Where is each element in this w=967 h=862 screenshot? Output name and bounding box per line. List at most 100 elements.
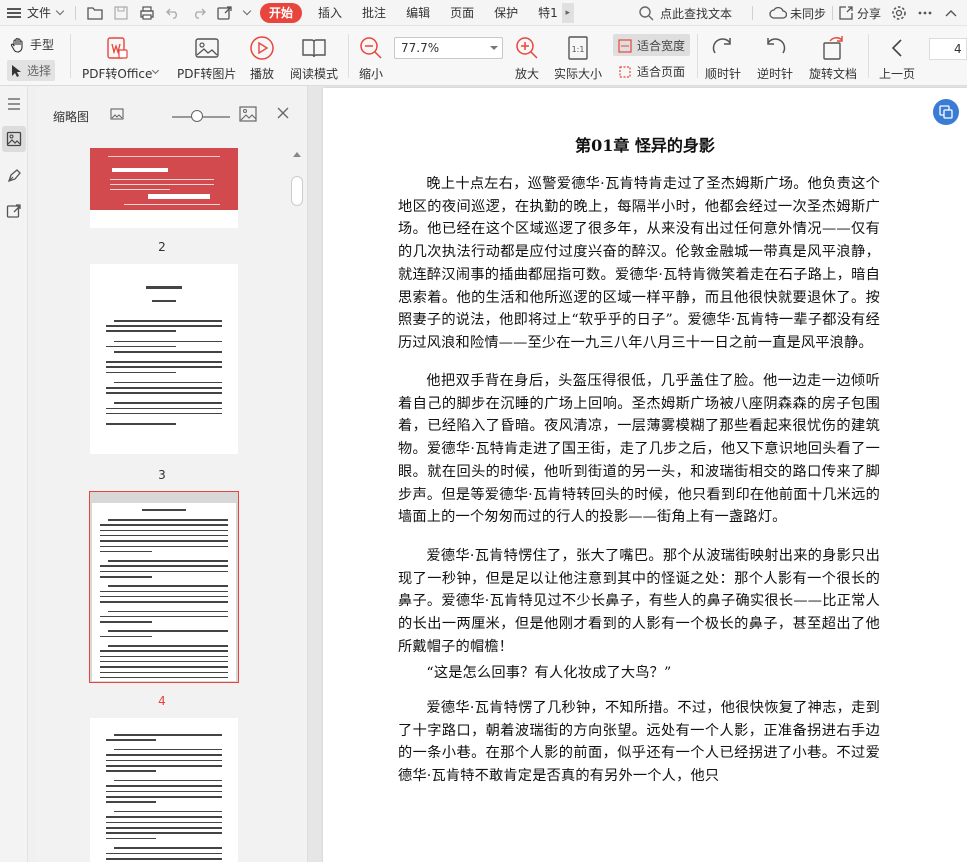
thumbnails-icon[interactable] <box>2 126 26 152</box>
tabs-scroll-right-icon[interactable]: ▸ <box>561 2 574 23</box>
thumbnail-text-line <box>106 361 222 363</box>
tab-start[interactable]: 开始 <box>260 2 303 23</box>
search-icon <box>639 6 654 21</box>
thumbnail-text-line <box>100 534 228 537</box>
rotate-clockwise-icon <box>710 35 736 61</box>
annotation-icon[interactable] <box>2 163 26 189</box>
zoom-in-icon <box>514 35 540 61</box>
redo-icon[interactable] <box>191 5 207 21</box>
thumbnail-small-icon[interactable] <box>110 108 124 123</box>
thumbnail-page-4[interactable] <box>92 503 236 681</box>
thumbnail-size-slider-handle[interactable] <box>191 110 203 122</box>
rotate-document-icon <box>820 35 846 61</box>
thumbnail-text-line <box>100 615 228 618</box>
rotate-document-button[interactable]: 旋转文档 <box>809 35 857 82</box>
thumbnail-text-line <box>106 412 222 415</box>
divider <box>348 34 349 78</box>
divider <box>70 34 71 78</box>
zoom-level-value: 77.7% <box>401 41 440 55</box>
select-tool-button[interactable]: 选择 <box>7 60 56 81</box>
thumbnail-scrollbar[interactable] <box>290 148 304 862</box>
scroll-up-arrow-icon[interactable] <box>293 152 301 157</box>
thumbnail-page-5[interactable] <box>90 718 238 862</box>
thumbnail-text-line <box>114 734 222 736</box>
file-menu[interactable]: 文件 <box>0 4 69 21</box>
quick-access-dropdown-icon[interactable] <box>242 6 252 16</box>
gear-icon[interactable] <box>891 5 907 21</box>
fit-width-label: 适合宽度 <box>637 39 686 53</box>
close-icon[interactable] <box>276 106 290 120</box>
thumbnail-text-line <box>106 366 222 368</box>
thumbnail-text-line <box>114 351 222 353</box>
thumbnail-text-line <box>106 852 222 855</box>
ribbon-toolbar: 手型 选择 PDF转Office PDF转图片 播放 阅读模式 缩小 77.7%… <box>0 26 967 86</box>
tab-special[interactable]: 特1 <box>528 0 560 26</box>
play-icon <box>249 35 275 61</box>
hand-tool-label: 手型 <box>30 38 55 52</box>
pdf-to-office-label: PDF转Office <box>82 67 153 81</box>
pdf-to-office-button[interactable]: PDF转Office <box>82 35 152 82</box>
fit-width-icon <box>618 38 632 53</box>
tab-protect[interactable]: 保护 <box>484 0 528 26</box>
thumbnail-text-line <box>100 565 228 567</box>
thumbnail-text-line <box>106 858 222 860</box>
print-icon[interactable] <box>139 5 155 21</box>
paragraph: 晚上十点左右，巡警爱德华·瓦肯特肯走过了圣杰姆斯广场。他负责这个地区的夜间巡逻，… <box>398 176 880 351</box>
fit-width-button[interactable]: 适合宽度 <box>618 37 685 54</box>
zoom-in-button[interactable]: 放大 <box>514 35 540 82</box>
bookmarks-icon[interactable] <box>2 91 26 117</box>
hand-tool-button[interactable]: 手型 <box>10 36 54 53</box>
tab-insert[interactable]: 插入 <box>308 0 352 26</box>
zoom-out-button[interactable]: 缩小 <box>358 35 384 82</box>
thumbnail-panel-header: 缩略图 <box>36 86 308 144</box>
pdf-to-office-icon <box>104 35 130 61</box>
read-mode-button[interactable]: 阅读模式 <box>290 35 338 82</box>
fit-page-button[interactable]: 适合页面 <box>618 63 685 80</box>
left-side-strip <box>0 86 28 862</box>
tab-page[interactable]: 页面 <box>440 0 484 26</box>
document-view[interactable]: 第01章 怪异的身影 晚上十点左右，巡警爱德华·瓦肯特肯走过了圣杰姆斯广场。他负… <box>308 86 967 862</box>
play-button[interactable]: 播放 <box>249 35 275 82</box>
export-icon[interactable] <box>217 5 233 21</box>
thumbnail-text-line <box>114 340 222 343</box>
floating-translate-button[interactable] <box>933 99 959 125</box>
thumbnail-text-line <box>100 635 152 638</box>
chevron-down-icon[interactable] <box>151 66 160 75</box>
thumbnail-text-line <box>114 810 222 813</box>
thumbnail-text-line <box>100 621 152 623</box>
thumbnail-large-icon[interactable] <box>239 106 257 125</box>
chevron-up-icon[interactable] <box>943 5 959 21</box>
thumbnail-page-3[interactable] <box>90 264 238 454</box>
actual-size-button[interactable]: 1:1 实际大小 <box>554 35 602 82</box>
tab-annotate[interactable]: 批注 <box>352 0 396 26</box>
thumbnail-text-line <box>106 827 222 829</box>
thumbnail-text-line <box>106 801 156 803</box>
page-number-input[interactable]: 4 <box>929 38 967 60</box>
thumbnail-scrollbar-thumb[interactable] <box>291 176 303 206</box>
rotate-counterclockwise-button[interactable]: 逆时针 <box>757 35 793 82</box>
zoom-level-select[interactable]: 77.7% <box>394 37 503 59</box>
menu-bar: 文件 开始 插入 批注 编辑 页面 保护 特1 ▸ 点此查找文本 未同步 分享 <box>0 0 967 26</box>
share-button[interactable]: 分享 <box>839 5 881 22</box>
more-options-icon[interactable] <box>917 5 933 21</box>
open-folder-icon[interactable] <box>87 5 103 21</box>
translate-icon <box>939 105 953 119</box>
select-tool-label: 选择 <box>27 64 52 78</box>
divider <box>868 34 869 78</box>
rotate-clockwise-button[interactable]: 顺时针 <box>705 35 741 82</box>
thumbnail-text-line <box>106 821 222 824</box>
thumbnail-text-line <box>114 748 222 751</box>
thumbnail-text-line <box>106 392 222 394</box>
tab-edit[interactable]: 编辑 <box>396 0 440 26</box>
thumbnail-text-line <box>106 739 156 741</box>
rotate-clockwise-label: 顺时针 <box>705 67 742 81</box>
sync-status-button[interactable]: 未同步 <box>769 5 826 22</box>
previous-page-button[interactable]: 上一页 <box>879 35 915 82</box>
thumbnail-page-2[interactable] <box>90 148 238 228</box>
attachment-export-icon[interactable] <box>2 198 26 224</box>
pdf-to-image-button[interactable]: PDF转图片 <box>177 35 236 82</box>
undo-icon[interactable] <box>165 5 181 21</box>
find-text-button[interactable]: 点此查找文本 <box>638 5 732 22</box>
thumbnail-text-line <box>106 325 222 327</box>
save-icon[interactable] <box>113 5 129 21</box>
